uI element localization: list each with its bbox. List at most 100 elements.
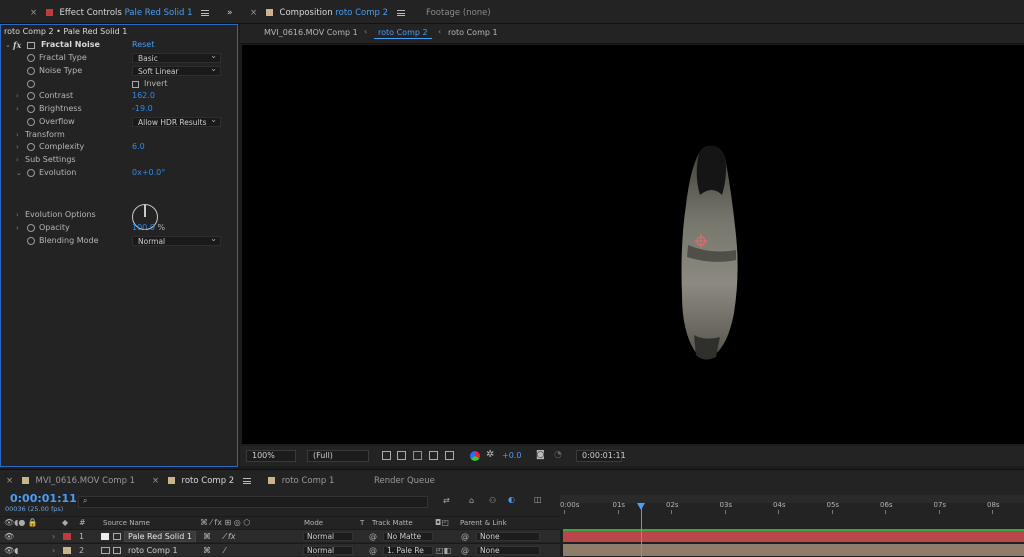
- stopwatch-icon[interactable]: [27, 80, 35, 88]
- blending-mode-select[interactable]: Normal: [132, 234, 221, 246]
- composition-canvas[interactable]: [242, 45, 1024, 444]
- visibility-icon[interactable]: 👁◖: [4, 544, 18, 557]
- chevron-right-icon[interactable]: ›: [16, 154, 19, 167]
- zoom-select[interactable]: 100%: [246, 450, 296, 462]
- composition-tab[interactable]: × Composition roto Comp 2: [250, 7, 405, 19]
- visibility-icon[interactable]: 👁: [4, 530, 14, 543]
- chevron-right-icon[interactable]: ›: [16, 90, 19, 103]
- panel-menu-icon[interactable]: [201, 9, 210, 16]
- track-matte-select[interactable]: No Matte: [383, 532, 433, 541]
- stopwatch-icon[interactable]: [27, 67, 35, 75]
- brightness-value[interactable]: -19.0: [132, 103, 153, 116]
- playhead-handle-icon[interactable]: [637, 503, 646, 510]
- fractal-type-select[interactable]: Basic: [132, 51, 221, 63]
- noise-type-select[interactable]: Soft Linear: [132, 64, 221, 76]
- transparency-grid-icon[interactable]: [397, 451, 406, 460]
- exposure-icon[interactable]: ✲: [486, 449, 494, 460]
- layer-duration-bar-2[interactable]: [563, 544, 1024, 556]
- chevron-down-icon[interactable]: ⌄: [5, 39, 11, 52]
- chevron-right-icon[interactable]: ›: [52, 530, 55, 543]
- render-queue-tab[interactable]: Render Queue: [374, 475, 435, 487]
- layer-name[interactable]: roto Comp 1: [128, 544, 178, 557]
- opacity-number[interactable]: 100.0: [132, 223, 155, 232]
- chevron-right-icon[interactable]: ›: [16, 222, 19, 235]
- motion-blur-icon[interactable]: ◐: [508, 495, 515, 504]
- col-source-name[interactable]: Source Name: [103, 517, 150, 529]
- breadcrumb-comp-2[interactable]: roto Comp 2: [374, 26, 432, 39]
- timeline-search-input[interactable]: ⌕: [78, 496, 428, 508]
- color-channels-icon[interactable]: [470, 451, 480, 461]
- draft-3d-icon[interactable]: ⌂: [469, 496, 474, 505]
- channel-icon[interactable]: [445, 451, 454, 460]
- playhead[interactable]: [637, 503, 646, 557]
- exposure-value[interactable]: +0.0: [502, 451, 521, 460]
- parent-select[interactable]: None: [476, 532, 540, 541]
- time-ruler[interactable]: 0:00s 01s 02s 03s 04s 05s 06s 07s 08s: [560, 501, 1024, 514]
- collapse-switch-icon[interactable]: ⌘: [203, 544, 211, 557]
- prop-transform[interactable]: › Transform: [1, 129, 237, 142]
- complexity-value[interactable]: 6.0: [132, 141, 145, 154]
- matte-mode-icons[interactable]: ◰◧: [436, 544, 451, 557]
- matte-link-icon[interactable]: @: [369, 530, 377, 543]
- effect-controls-tab[interactable]: × Effect Controls Pale Red Solid 1: [30, 7, 210, 19]
- opacity-value[interactable]: 100.0 %: [132, 222, 165, 235]
- close-tab-icon[interactable]: ×: [6, 476, 13, 486]
- chevron-down-icon[interactable]: ⌄: [16, 167, 22, 180]
- chevron-right-icon[interactable]: ›: [16, 103, 19, 116]
- invert-checkbox[interactable]: [132, 81, 139, 88]
- collapse-switch-icon[interactable]: ⌘: [203, 530, 211, 543]
- layer-row-1[interactable]: 👁 › 1 Pale Red Solid 1 ⌘ ⁄ fx Normal @ N…: [0, 529, 560, 542]
- show-snapshot-icon[interactable]: ◔: [554, 450, 562, 460]
- fx-switch-icon[interactable]: ⁄ fx: [224, 530, 235, 543]
- close-tab-icon[interactable]: ×: [30, 8, 37, 18]
- breadcrumb-comp-3[interactable]: roto Comp 1: [448, 28, 498, 37]
- shy-layers-icon[interactable]: ⚇: [489, 496, 496, 505]
- layer-name[interactable]: Pale Red Solid 1: [124, 531, 196, 542]
- footage-tab[interactable]: Footage (none): [426, 7, 491, 19]
- overflow-select[interactable]: Allow HDR Results: [132, 115, 221, 127]
- viewer-timecode[interactable]: 0:00:01:11: [576, 450, 626, 462]
- panel-menu-icon[interactable]: [242, 477, 251, 484]
- blend-mode-select[interactable]: Normal: [303, 546, 353, 555]
- breadcrumb-comp-1[interactable]: MVI_0616.MOV Comp 1: [264, 28, 358, 37]
- prop-evolution-options[interactable]: › Evolution Options: [1, 209, 237, 222]
- mask-visibility-icon[interactable]: [413, 451, 422, 460]
- stopwatch-icon[interactable]: [27, 224, 35, 232]
- expand-panels-icon[interactable]: »: [227, 7, 233, 19]
- evolution-value[interactable]: 0x+0.0°: [132, 167, 165, 180]
- contrast-value[interactable]: 162.0: [132, 90, 155, 103]
- matte-link-icon[interactable]: @: [369, 544, 377, 557]
- grid-guides-icon[interactable]: [429, 451, 438, 460]
- stopwatch-icon[interactable]: [27, 92, 35, 100]
- stopwatch-icon[interactable]: [27, 54, 35, 62]
- current-time-display[interactable]: 0:00:01:11: [10, 492, 77, 505]
- timeline-tab-roto-comp-2[interactable]: × roto Comp 2: [152, 475, 251, 487]
- stopwatch-icon[interactable]: [27, 169, 35, 177]
- reset-link[interactable]: Reset: [132, 39, 154, 52]
- label-color-swatch[interactable]: [63, 533, 71, 540]
- stopwatch-icon[interactable]: [27, 118, 35, 126]
- effect-header-row[interactable]: ⌄ fx Fractal Noise Reset: [1, 39, 237, 52]
- camera-icon[interactable]: ◙: [536, 450, 545, 460]
- panel-menu-icon[interactable]: [396, 9, 405, 16]
- stopwatch-icon[interactable]: [27, 143, 35, 151]
- close-tab-icon[interactable]: ×: [152, 476, 159, 486]
- stopwatch-icon[interactable]: [27, 237, 35, 245]
- graph-editor-icon[interactable]: ◫: [534, 495, 542, 504]
- parent-select[interactable]: None: [476, 546, 540, 555]
- pickwhip-icon[interactable]: @: [461, 544, 469, 557]
- chevron-right-icon[interactable]: ›: [16, 129, 19, 142]
- label-color-swatch[interactable]: [63, 547, 71, 554]
- timeline-tab-roto-comp-1[interactable]: roto Comp 1: [268, 475, 334, 487]
- chevron-right-icon[interactable]: ›: [16, 209, 19, 222]
- comp-mini-flowchart-icon[interactable]: ⇄: [443, 496, 450, 505]
- timeline-tab-mvi[interactable]: × MVI_0616.MOV Comp 1: [6, 475, 135, 487]
- pickwhip-icon[interactable]: @: [461, 530, 469, 543]
- resolution-select[interactable]: (Full): [307, 450, 369, 462]
- track-matte-select[interactable]: 1. Pale Re: [383, 546, 433, 555]
- chevron-right-icon[interactable]: ›: [52, 544, 55, 557]
- stopwatch-icon[interactable]: [27, 105, 35, 113]
- blend-mode-select[interactable]: Normal: [303, 532, 353, 541]
- layer-row-2[interactable]: 👁◖ › 2 roto Comp 1 ⌘ ⁄ Normal @ 1. Pale …: [0, 543, 560, 556]
- fx-toggle-icon[interactable]: fx: [13, 39, 21, 52]
